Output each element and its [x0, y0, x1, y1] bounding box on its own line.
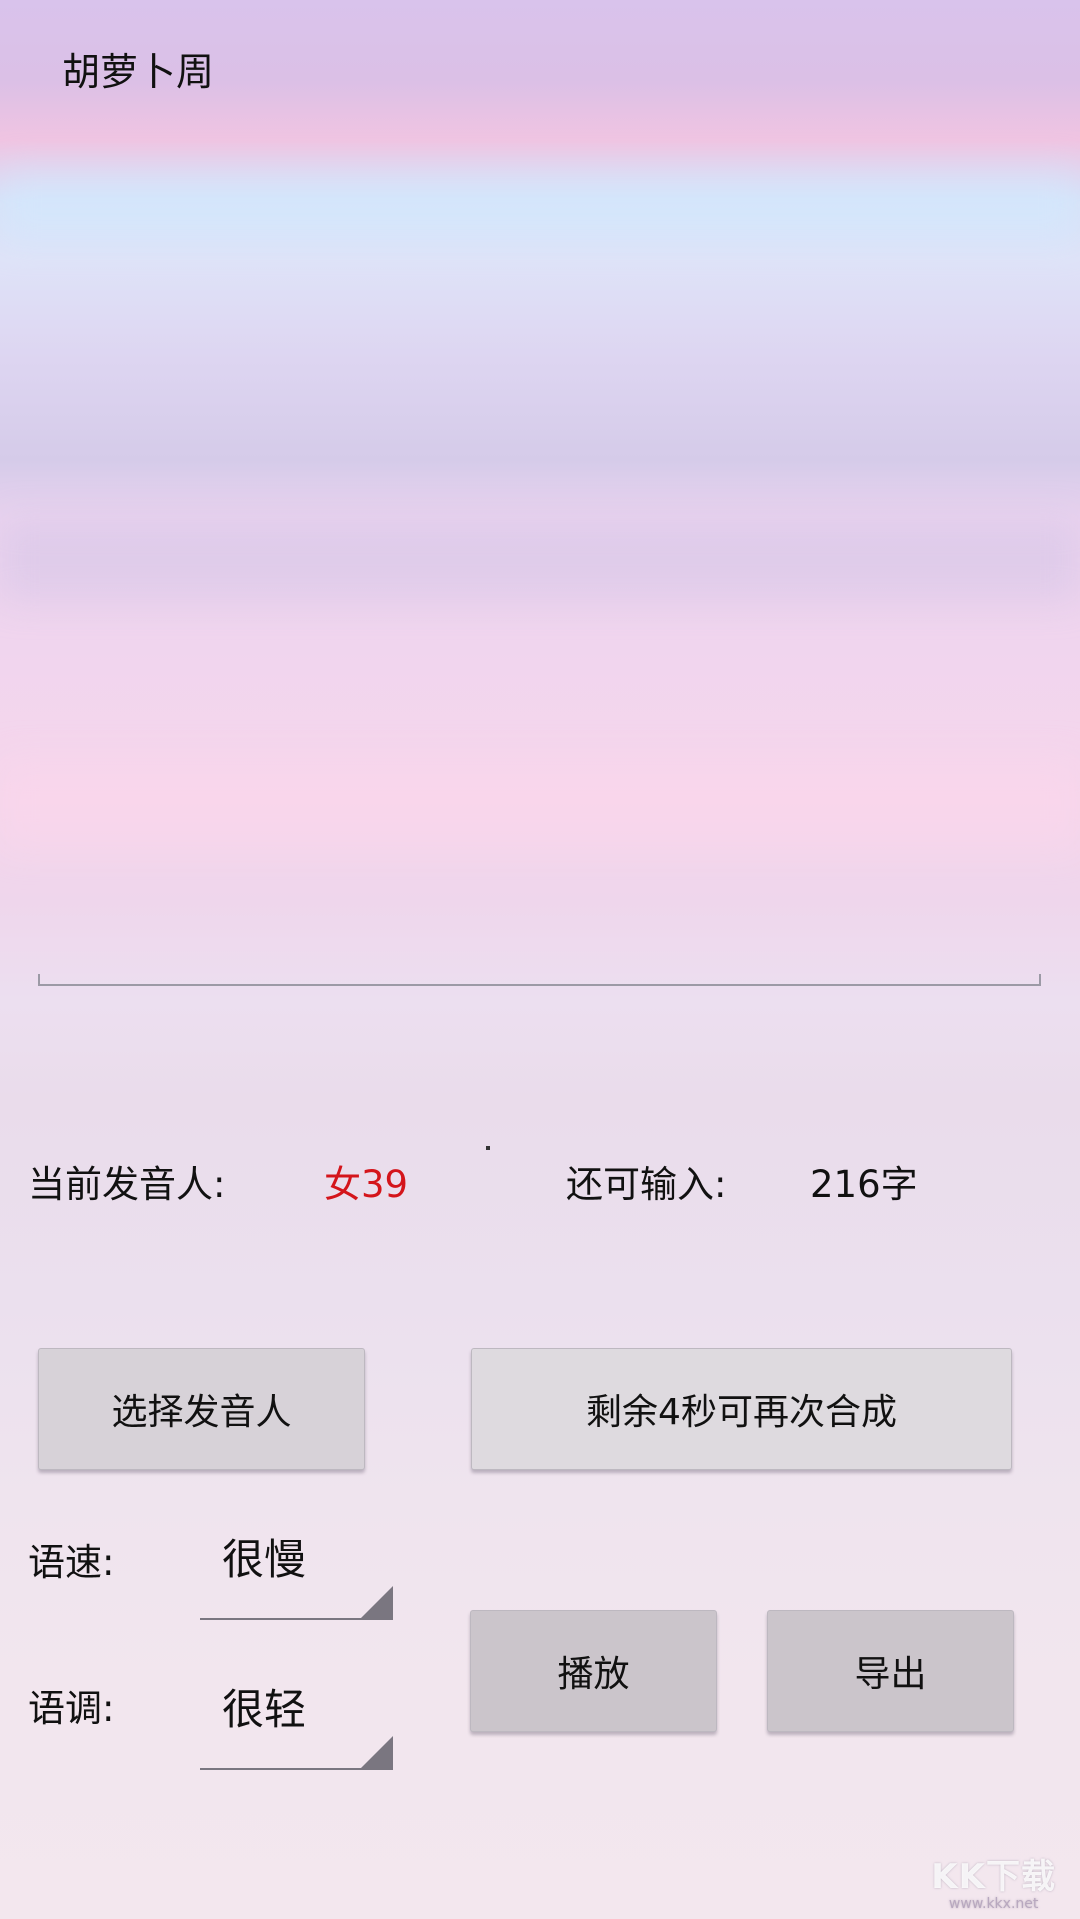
speed-select-value: 很慢 — [222, 1535, 307, 1584]
watermark-logo: KK下载 — [931, 1857, 1056, 1897]
speed-label: 语速: — [28, 1541, 115, 1584]
text-input-area[interactable] — [38, 120, 1041, 986]
choose-speaker-button[interactable]: 选择发音人 — [38, 1348, 365, 1470]
current-speaker-value: 女39 — [324, 1163, 409, 1206]
tone-label: 语调: — [28, 1687, 115, 1730]
export-button-label: 导出 — [854, 1654, 927, 1695]
page-title: 胡萝卜周 — [62, 50, 215, 94]
export-button[interactable]: 导出 — [767, 1610, 1014, 1732]
dropdown-triangle-icon — [361, 1586, 393, 1618]
watermark-url: www.kkx.net — [948, 1896, 1039, 1912]
synthesize-button-label: 剩余4秒可再次合成 — [586, 1392, 897, 1433]
remaining-input-value: 216字 — [810, 1163, 918, 1206]
tone-select-value: 很轻 — [222, 1685, 307, 1734]
current-speaker-label: 当前发音人: — [28, 1163, 226, 1206]
divider-dot — [486, 1146, 490, 1150]
dropdown-triangle-icon — [361, 1736, 393, 1768]
watermark: KK下载 www.kkx.net — [931, 1858, 1056, 1912]
play-button-label: 播放 — [557, 1654, 630, 1695]
synthesize-button[interactable]: 剩余4秒可再次合成 — [471, 1348, 1012, 1470]
remaining-input-label: 还可输入: — [566, 1163, 727, 1206]
text-input-underline — [38, 974, 1041, 986]
choose-speaker-button-label: 选择发音人 — [111, 1392, 292, 1433]
tone-select[interactable]: 很轻 — [200, 1680, 393, 1770]
speed-select[interactable]: 很慢 — [200, 1530, 393, 1620]
play-button[interactable]: 播放 — [470, 1610, 717, 1732]
